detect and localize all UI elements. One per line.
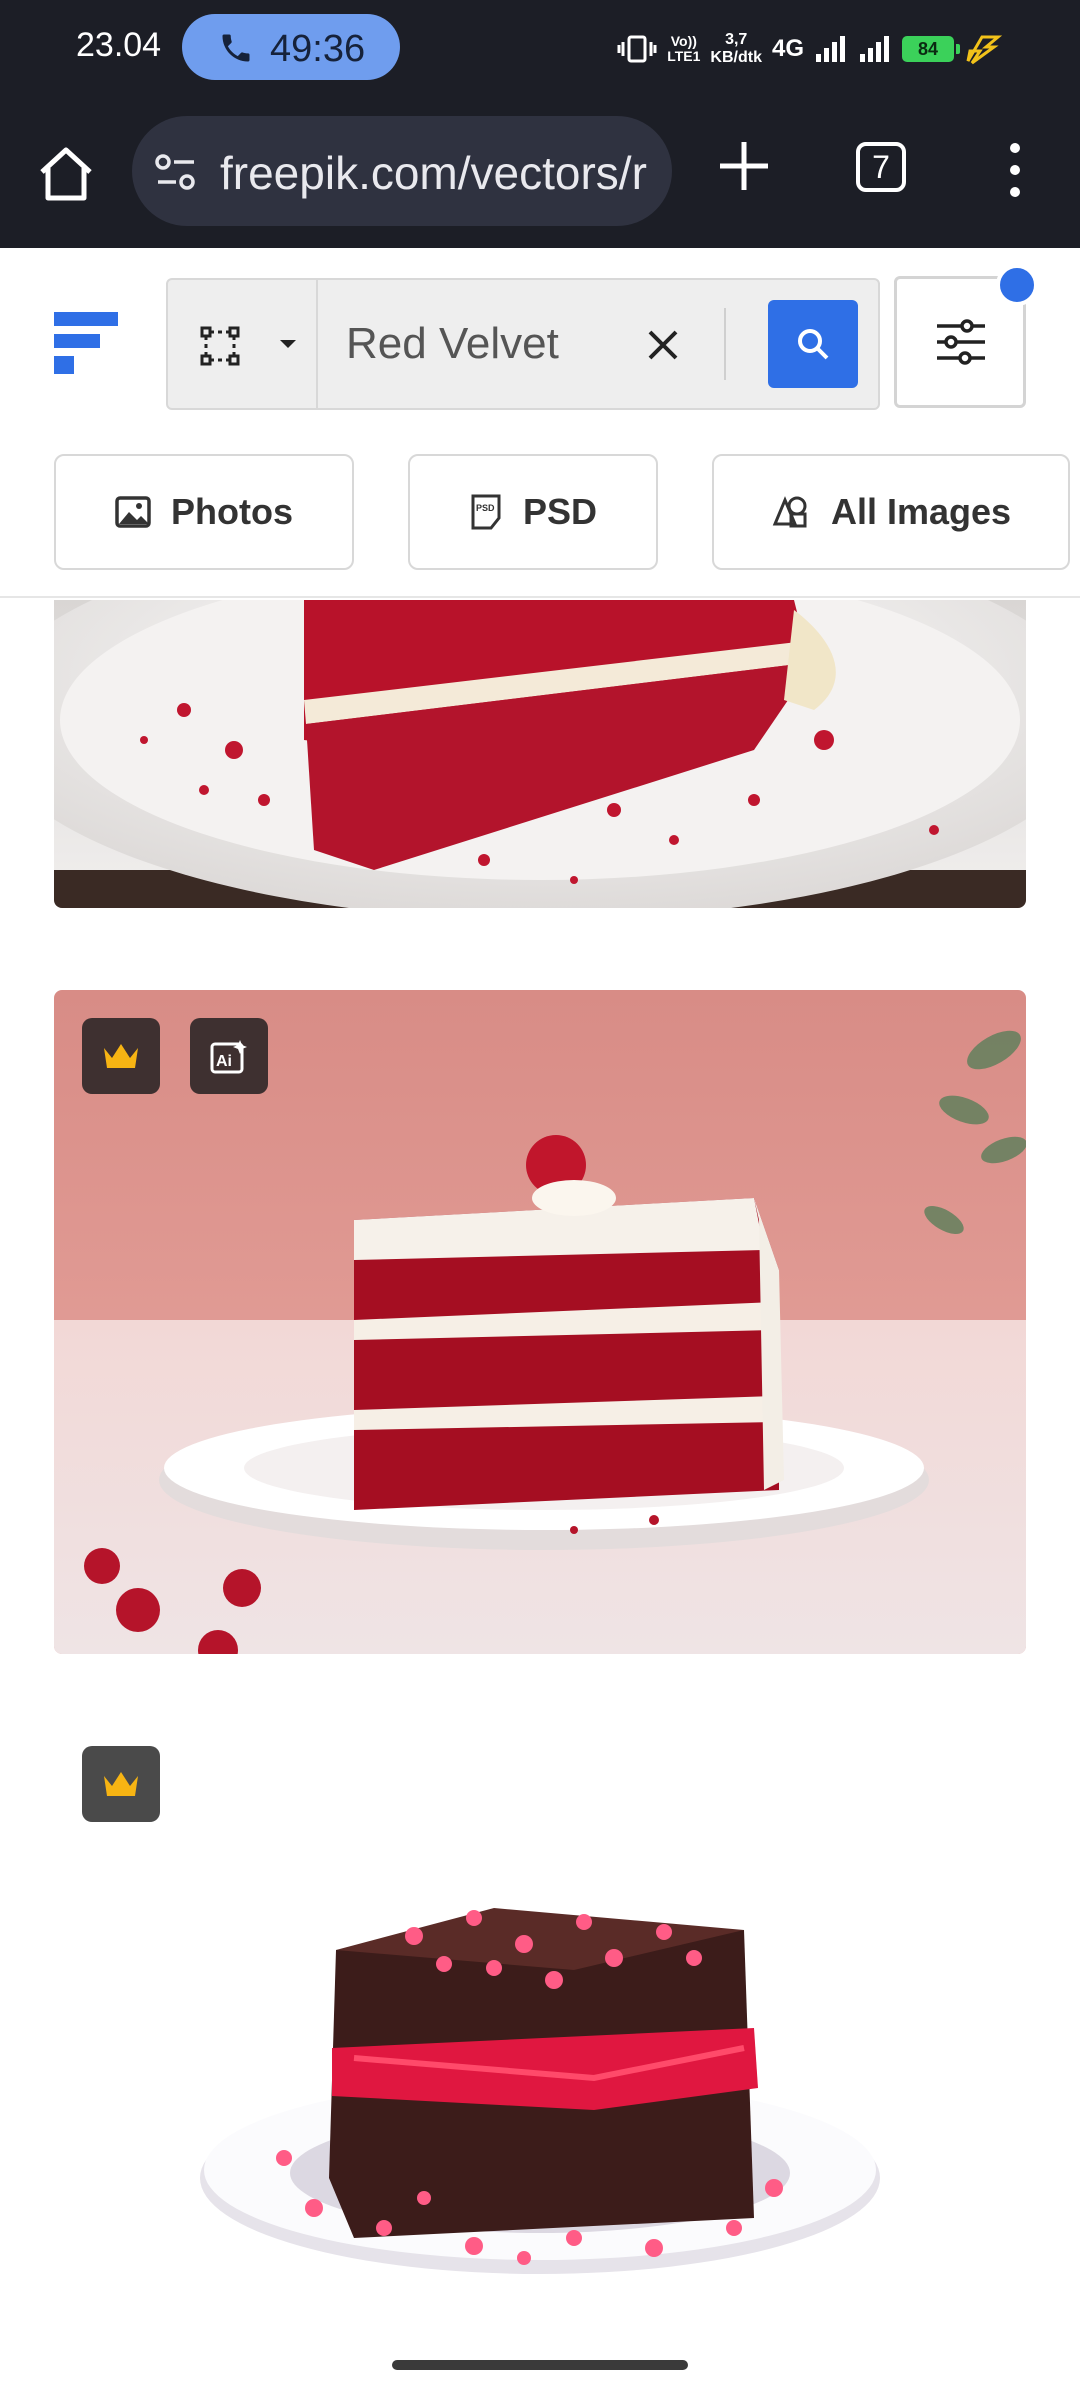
svg-text:PSD: PSD xyxy=(476,503,495,513)
network-speed: 3,7 KB/dtk xyxy=(710,31,762,66)
premium-badge xyxy=(82,1746,160,1822)
premium-crown-icon xyxy=(104,1772,138,1796)
search-icon xyxy=(798,329,829,360)
search-type-selector[interactable] xyxy=(168,280,318,408)
search-input[interactable] xyxy=(346,318,626,370)
site-settings-icon[interactable] xyxy=(154,152,198,192)
volte-indicator: Vo)) LTE1 xyxy=(667,33,701,64)
result-card[interactable]: Ai xyxy=(54,990,1026,1654)
browser-toolbar: freepik.com/vectors/r 7 xyxy=(0,96,1080,248)
red-velvet-photo-image xyxy=(54,600,1026,908)
clock: 23.04 xyxy=(76,26,162,64)
address-bar[interactable]: freepik.com/vectors/r xyxy=(132,116,672,226)
call-timer: 49:36 xyxy=(270,28,366,70)
status-icons: Vo)) LTE1 3,7 KB/dtk 4G 84 xyxy=(617,24,1004,74)
home-icon[interactable] xyxy=(34,142,98,206)
search-button[interactable] xyxy=(768,300,858,388)
chip-psd[interactable]: PSD PSD xyxy=(408,454,658,570)
search-bar xyxy=(166,278,880,410)
url-text: freepik.com/vectors/r xyxy=(220,147,647,199)
signal-strength-2-icon xyxy=(860,36,889,62)
gesture-navigation-bar[interactable] xyxy=(392,2360,688,2370)
more-menu-icon[interactable] xyxy=(1000,140,1030,200)
image-icon xyxy=(115,496,151,528)
signal-strength-icon xyxy=(816,36,845,62)
site-header: Photos PSD PSD All Images xyxy=(0,248,1080,598)
psd-icon: PSD xyxy=(471,494,501,530)
chip-label: All Images xyxy=(830,491,1012,532)
status-bar: 23.04 49:36 Vo)) LTE1 3,7 KB/dtk 4G 84 xyxy=(0,0,1080,96)
chip-all-images[interactable]: All Images xyxy=(712,454,1070,570)
svg-text:Ai: Ai xyxy=(216,1053,232,1070)
ongoing-call-pill[interactable]: 49:36 xyxy=(182,14,400,80)
phone-icon xyxy=(222,34,250,62)
new-tab-icon[interactable] xyxy=(712,134,776,198)
tab-switcher-button[interactable]: 7 xyxy=(856,142,906,192)
vibrate-icon xyxy=(617,35,657,63)
chip-photos[interactable]: Photos xyxy=(54,454,354,570)
clear-search-icon[interactable] xyxy=(638,320,688,370)
shapes-icon xyxy=(772,496,807,528)
freepik-logo-icon[interactable] xyxy=(54,312,118,374)
active-filter-indicator xyxy=(996,264,1038,306)
network-type: 4G xyxy=(771,35,804,62)
result-card[interactable] xyxy=(54,600,1026,908)
chip-label: PSD xyxy=(522,491,598,532)
ai-generated-badge: Ai xyxy=(190,1018,268,1094)
premium-crown-icon xyxy=(104,1044,138,1068)
chevron-down-icon xyxy=(280,340,296,348)
chip-label: Photos xyxy=(171,491,293,532)
ai-generated-icon: Ai xyxy=(210,1040,247,1074)
charging-bolt-icon xyxy=(966,35,1003,65)
battery-indicator: 84 xyxy=(902,36,960,62)
chocolate-cake-vector-image xyxy=(200,1908,880,2274)
ai-image-search-icon xyxy=(200,326,240,366)
sliders-icon xyxy=(937,319,985,365)
result-card[interactable] xyxy=(54,1718,1026,2318)
divider xyxy=(724,308,726,380)
premium-badge xyxy=(82,1018,160,1094)
